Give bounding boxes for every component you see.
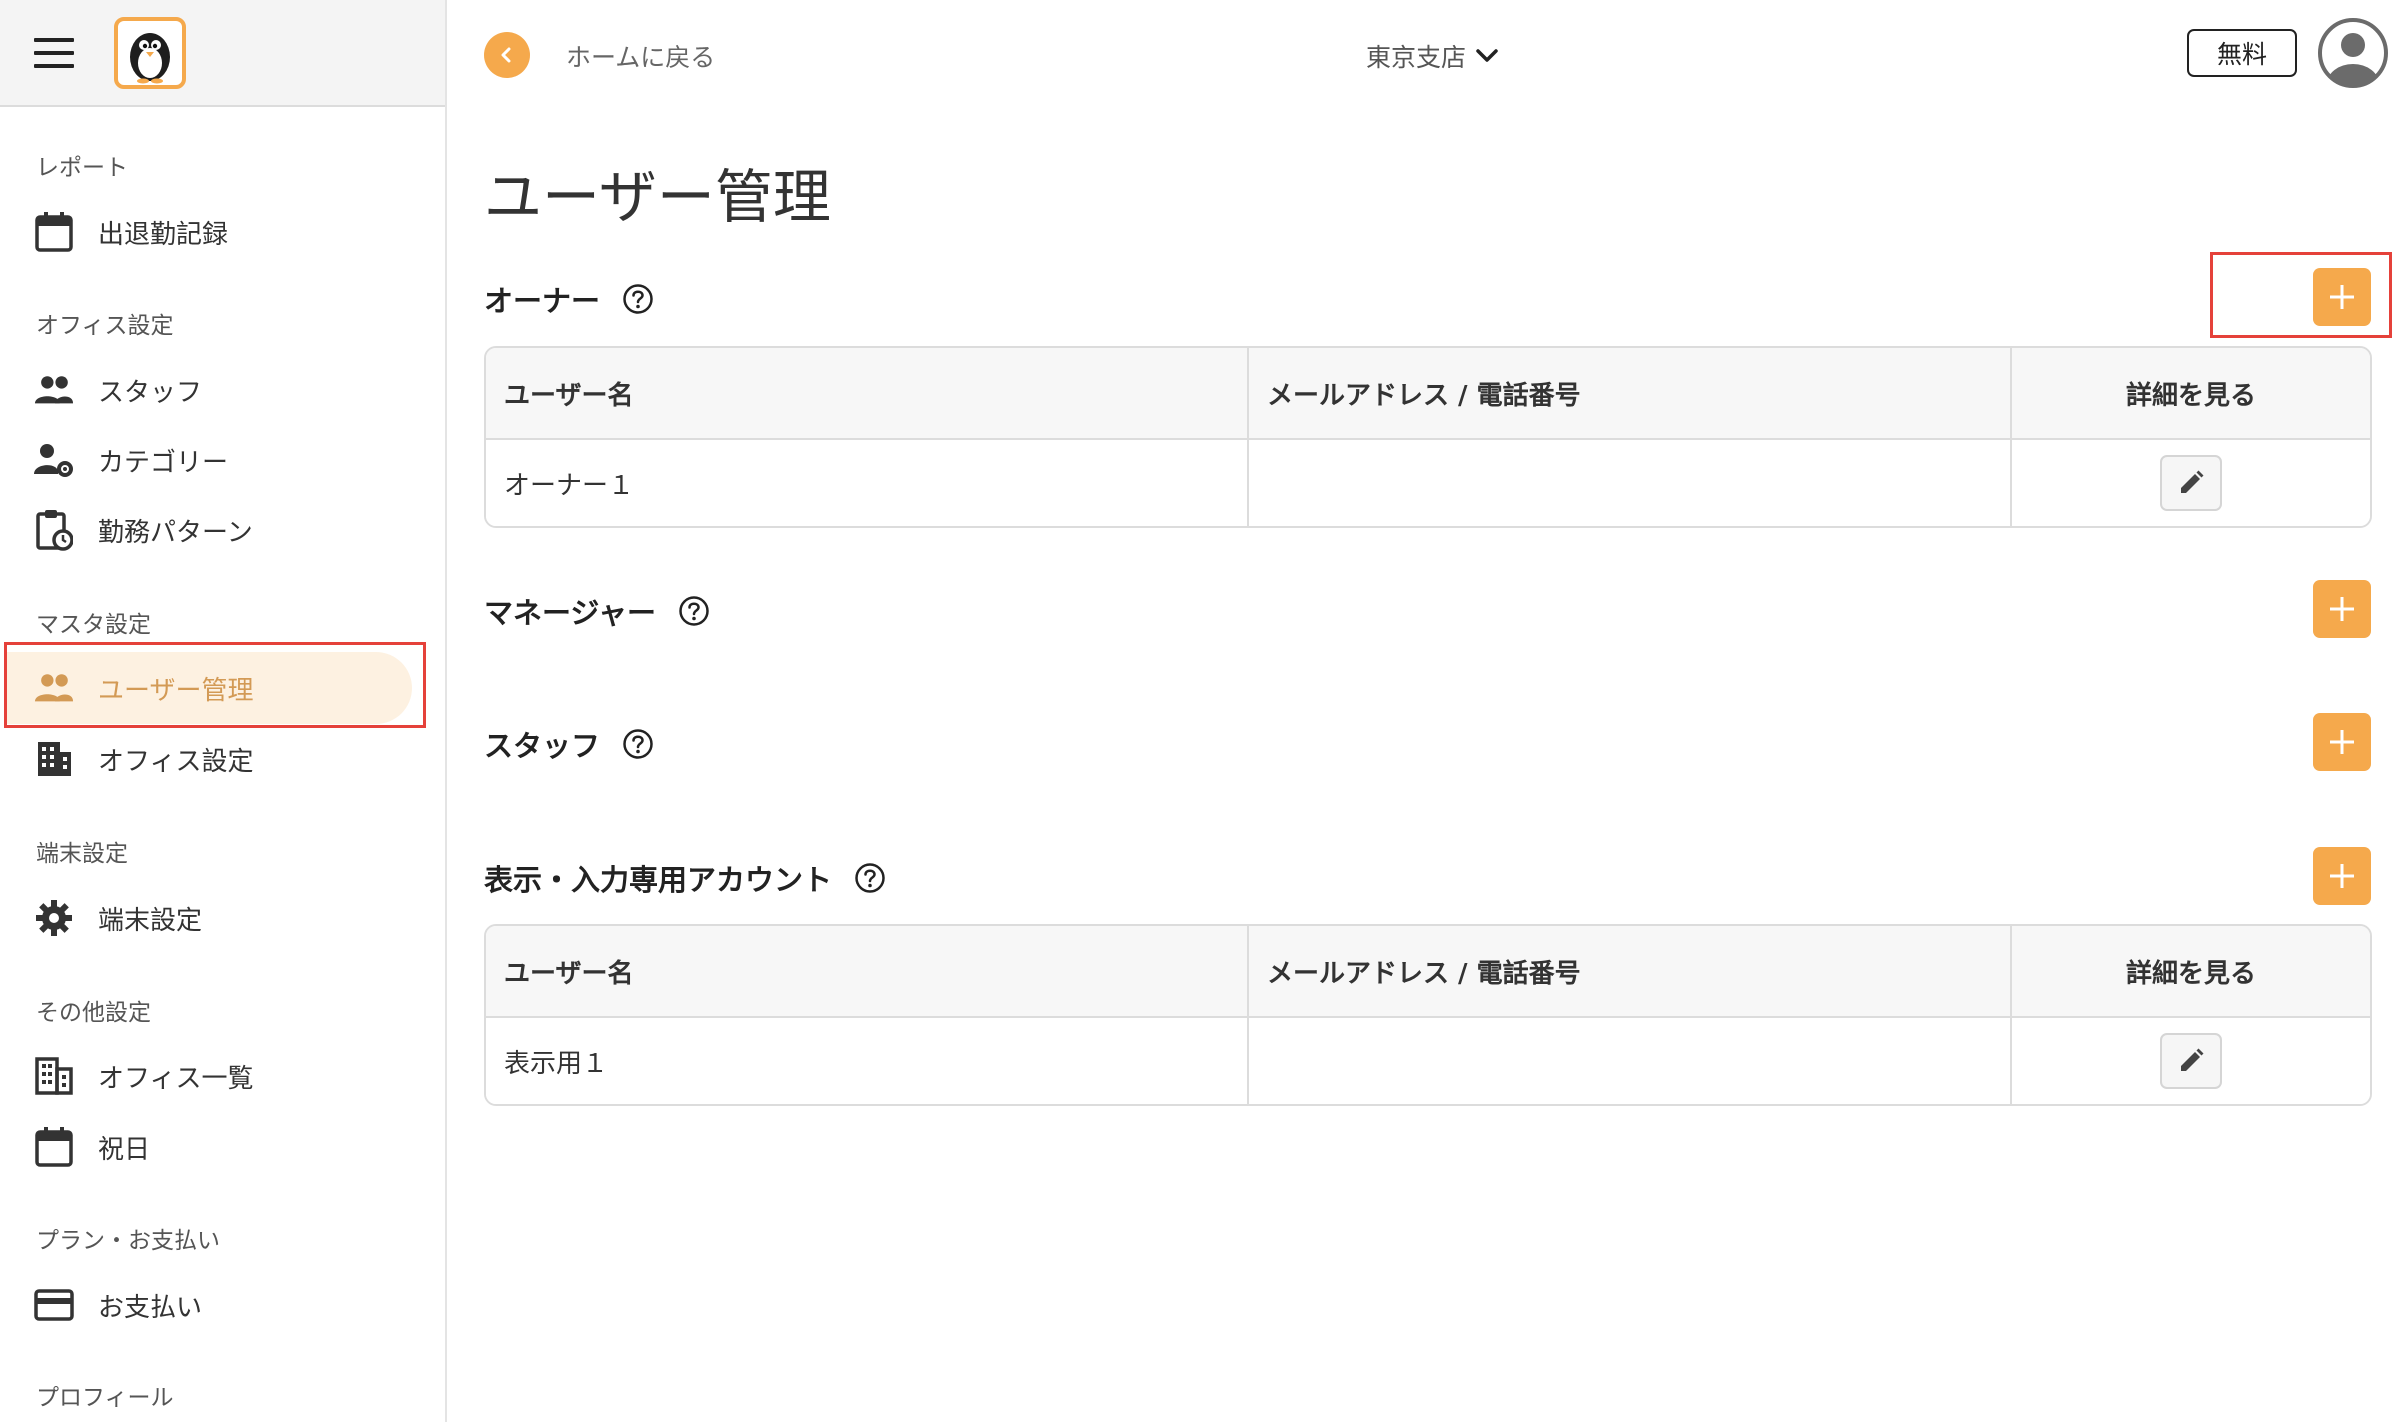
add-display-account-button[interactable] xyxy=(2313,847,2371,905)
nav-item-office-settings[interactable]: オフィス設定 xyxy=(34,729,253,789)
branch-selector[interactable]: 東京支店 xyxy=(1366,38,1498,74)
nav-label: お支払い xyxy=(98,1292,203,1323)
nav-item-attendance[interactable]: 出退勤記録 xyxy=(34,202,228,262)
nav-label: 祝日 xyxy=(98,1134,151,1165)
avatar[interactable] xyxy=(2318,18,2388,88)
section-label-master: マスタ設定 xyxy=(36,612,151,638)
display-account-table: ユーザー名 メールアドレス / 電話番号 詳細を見る 表示用１ xyxy=(484,924,2372,1106)
cell-username: オーナー１ xyxy=(486,440,1249,526)
section-label-plan: プラン・お支払い xyxy=(36,1228,220,1254)
chevron-down-icon xyxy=(1476,49,1498,62)
clipboard-clock-icon xyxy=(34,510,74,551)
pencil-icon xyxy=(2181,470,2204,493)
help-icon[interactable] xyxy=(854,862,886,894)
section-title-text: マネージャー xyxy=(484,596,656,630)
column-header-username: ユーザー名 xyxy=(486,348,1249,438)
section-label-report: レポート xyxy=(36,155,128,181)
nav-label: 勤務パターン xyxy=(98,517,253,548)
section-title-staff: スタッフ xyxy=(484,723,654,765)
cell-contact xyxy=(1249,1018,2012,1104)
page-title: ユーザー管理 xyxy=(484,163,831,231)
user-settings-icon xyxy=(34,440,74,480)
section-label-office: オフィス設定 xyxy=(36,313,174,339)
section-label-device: 端末設定 xyxy=(36,841,128,867)
column-header-details: 詳細を見る xyxy=(2125,958,2256,989)
add-manager-button[interactable] xyxy=(2313,580,2371,638)
chevron-left-icon xyxy=(501,47,511,63)
nav-label: オフィス設定 xyxy=(98,746,254,777)
nav-item-office-list[interactable]: オフィス一覧 xyxy=(34,1046,253,1106)
edit-button[interactable] xyxy=(2160,1033,2222,1089)
back-button[interactable] xyxy=(484,32,530,78)
nav-label: カテゴリー xyxy=(98,447,229,478)
nav-label: 出退勤記録 xyxy=(98,219,229,250)
nav-item-device-settings[interactable]: 端末設定 xyxy=(34,888,202,948)
help-icon[interactable] xyxy=(622,728,654,760)
people-icon xyxy=(34,668,74,708)
menu-icon[interactable] xyxy=(34,38,74,68)
section-label-other: その他設定 xyxy=(36,1000,151,1026)
column-header-contact: メールアドレス / 電話番号 xyxy=(1249,926,2012,1016)
calendar-icon xyxy=(34,1127,74,1167)
plus-icon xyxy=(2330,864,2354,888)
nav-item-holidays[interactable]: 祝日 xyxy=(34,1117,150,1177)
building-icon xyxy=(34,739,74,779)
branch-name: 東京支店 xyxy=(1366,43,1467,72)
table-header-row: ユーザー名 メールアドレス / 電話番号 詳細を見る xyxy=(486,348,2370,440)
help-icon[interactable] xyxy=(678,595,710,627)
cell-details xyxy=(2012,440,2370,526)
cell-username: 表示用１ xyxy=(486,1018,1249,1104)
pencil-icon xyxy=(2181,1048,2204,1071)
app-logo[interactable] xyxy=(114,17,186,89)
nav-item-category[interactable]: カテゴリー xyxy=(34,430,228,490)
nav-item-work-pattern[interactable]: 勤務パターン xyxy=(34,500,253,560)
section-title-manager: マネージャー xyxy=(484,590,710,632)
people-icon xyxy=(34,370,74,410)
nav-label: スタッフ xyxy=(98,377,203,408)
nav-label: オフィス一覧 xyxy=(98,1063,254,1094)
section-title-owner: オーナー xyxy=(484,278,654,320)
nav-item-user-management[interactable]: ユーザー管理 xyxy=(34,658,253,718)
add-owner-button[interactable] xyxy=(2313,268,2371,326)
nav-label: 端末設定 xyxy=(98,905,203,936)
gear-icon xyxy=(34,898,74,938)
section-title-text: 表示・入力専用アカウント xyxy=(484,863,833,897)
cell-details xyxy=(2012,1018,2370,1104)
edit-button[interactable] xyxy=(2160,455,2222,511)
nav-item-payment[interactable]: お支払い xyxy=(34,1275,202,1335)
calendar-icon xyxy=(34,212,74,252)
add-staff-button[interactable] xyxy=(2313,713,2371,771)
nav-label: ユーザー管理 xyxy=(98,675,254,706)
column-header-contact: メールアドレス / 電話番号 xyxy=(1249,348,2012,438)
sidebar-header xyxy=(0,0,445,107)
credit-card-icon xyxy=(34,1285,74,1325)
cell-contact xyxy=(1249,440,2012,526)
section-title-display-account: 表示・入力専用アカウント xyxy=(484,857,886,899)
plan-badge-button[interactable]: 無料 xyxy=(2187,29,2297,77)
plus-icon xyxy=(2330,597,2354,621)
section-title-text: スタッフ xyxy=(484,729,601,763)
section-title-text: オーナー xyxy=(484,284,601,318)
plus-icon xyxy=(2330,285,2354,309)
help-icon[interactable] xyxy=(622,283,654,315)
column-header-details: 詳細を見る xyxy=(2125,380,2256,411)
back-link[interactable]: ホームに戻る xyxy=(566,38,715,74)
sidebar: レポート 出退勤記録 オフィス設定 スタッフ カテゴリー 勤務パターン マスタ設… xyxy=(0,0,447,1422)
office-list-icon xyxy=(34,1056,74,1096)
table-row: 表示用１ xyxy=(486,1018,2370,1104)
nav-item-staff[interactable]: スタッフ xyxy=(34,360,202,420)
owner-table: ユーザー名 メールアドレス / 電話番号 詳細を見る オーナー１ xyxy=(484,346,2372,528)
plus-icon xyxy=(2330,730,2354,754)
table-header-row: ユーザー名 メールアドレス / 電話番号 詳細を見る xyxy=(486,926,2370,1018)
section-label-profile: プロフィール xyxy=(36,1385,174,1411)
table-row: オーナー１ xyxy=(486,440,2370,526)
column-header-username: ユーザー名 xyxy=(486,926,1249,1016)
